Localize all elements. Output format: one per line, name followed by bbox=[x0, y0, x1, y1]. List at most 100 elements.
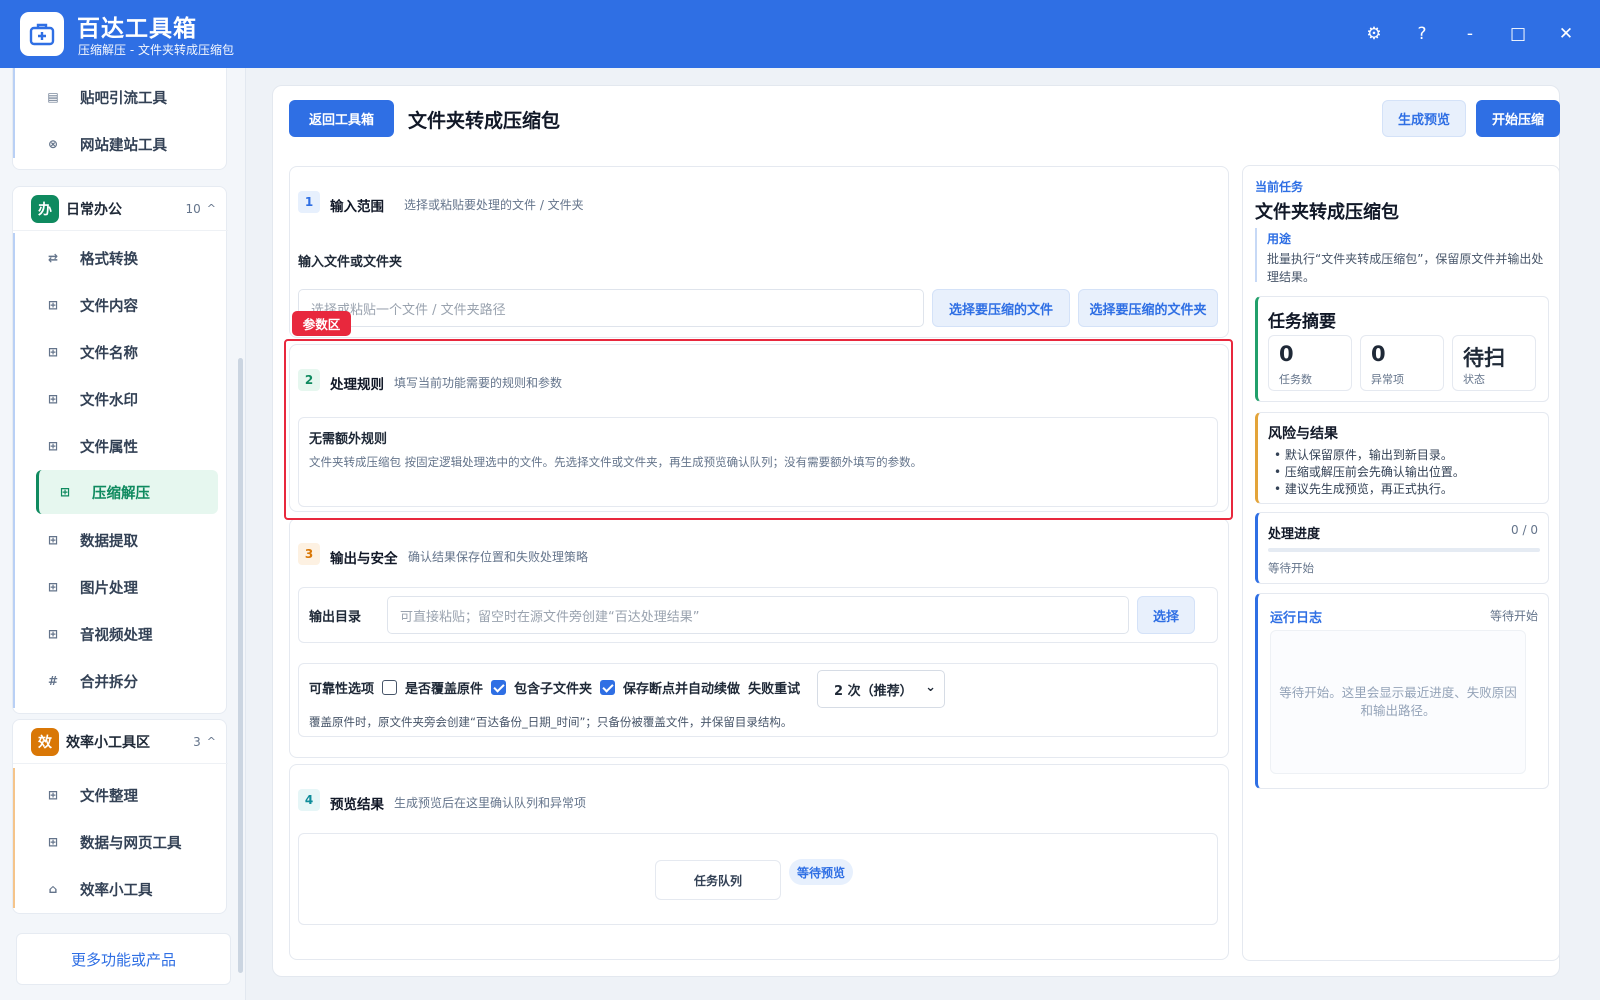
help-icon[interactable]: ? bbox=[1406, 18, 1438, 50]
group-name: 日常办公 bbox=[66, 201, 122, 218]
sidebar-item-file-attributes[interactable]: ⊞ 文件属性 bbox=[24, 426, 204, 466]
sidebar-item-efficiency-tools[interactable]: ⌂ 效率小工具 bbox=[24, 869, 204, 909]
sidebar-item-format-convert[interactable]: ⇄ 格式转换 bbox=[24, 238, 204, 278]
section-title: 处理规则 bbox=[330, 377, 384, 393]
sidebar-item-file-name[interactable]: ⊞ 文件名称 bbox=[24, 332, 204, 372]
section-number: 2 bbox=[298, 369, 320, 391]
grid-icon: ⊞ bbox=[47, 835, 59, 849]
globe-icon: ⊗ bbox=[47, 137, 59, 151]
current-task-label: 当前任务 bbox=[1255, 180, 1304, 194]
resume-checkbox[interactable] bbox=[600, 680, 616, 695]
back-to-toolbox-button[interactable]: 返回工具箱 bbox=[289, 100, 394, 137]
more-features-link[interactable]: 更多功能或产品 bbox=[16, 933, 231, 985]
chevron-down-icon: ⌄ bbox=[925, 680, 936, 695]
risk-item: • 压缩或解压前会先确认输出位置。 bbox=[1274, 465, 1465, 479]
close-icon[interactable]: ✕ bbox=[1550, 18, 1582, 50]
stat-status: 待扫 状态 bbox=[1452, 335, 1536, 391]
log-card: 运行日志 等待开始 等待开始。这里会显示最近进度、失败原因和输出路径。 bbox=[1255, 593, 1549, 789]
sidebar-item-label: 网站建站工具 bbox=[80, 137, 167, 154]
section-number: 3 bbox=[298, 543, 320, 565]
preview-status-badge: 等待预览 bbox=[789, 859, 853, 885]
section-desc: 生成预览后在这里确认队列和异常项 bbox=[394, 796, 587, 810]
sidebar-item-file-content[interactable]: ⊞ 文件内容 bbox=[24, 285, 204, 325]
app-title: 百达工具箱 bbox=[77, 16, 197, 42]
options-note: 覆盖原件时，原文件夹旁会创建“百达备份_日期_时间”；只备份被覆盖文件，并保留目… bbox=[309, 715, 793, 729]
risk-item: • 默认保留原件，输出到新目录。 bbox=[1274, 448, 1453, 462]
sidebar-item-merge-split[interactable]: # 合并拆分 bbox=[24, 661, 204, 701]
section-rules: 2 处理规则 填写当前功能需要的规则和参数 无需额外规则 文件夹转成压缩包 按固… bbox=[289, 344, 1229, 512]
log-status: 等待开始 bbox=[1489, 609, 1538, 623]
grid-icon: ⊞ bbox=[47, 788, 59, 802]
section-number: 1 bbox=[298, 191, 320, 213]
section-title: 预览结果 bbox=[330, 797, 384, 813]
usage-label: 用途 bbox=[1267, 232, 1292, 246]
chevron-up-icon[interactable]: ^ bbox=[207, 202, 216, 215]
subfolders-checkbox[interactable] bbox=[491, 680, 507, 695]
grid-icon: ⊞ bbox=[47, 392, 59, 406]
hash-icon: # bbox=[47, 674, 59, 688]
sidebar-item-media[interactable]: ⊞ 音视频处理 bbox=[24, 614, 204, 654]
grid-icon: ⊞ bbox=[47, 345, 59, 359]
sidebar-item-tieba[interactable]: ▤ 贴吧引流工具 bbox=[24, 77, 204, 117]
sidebar: ▤ 贴吧引流工具 ⊗ 网站建站工具 办 日常办公 10 ^ ⇄ 格式转换 ⊞ 文件内… bbox=[0, 68, 246, 1000]
generate-preview-button[interactable]: 生成预览 bbox=[1382, 100, 1466, 137]
section-preview: 4 预览结果 生成预览后在这里确认队列和异常项 任务队列 等待预览 bbox=[289, 764, 1229, 960]
page-title: 文件夹转成压缩包 bbox=[408, 110, 561, 132]
sidebar-item-file-watermark[interactable]: ⊞ 文件水印 bbox=[24, 379, 204, 419]
group-name: 效率小工具区 bbox=[66, 734, 150, 751]
sidebar-item-label: 贴吧引流工具 bbox=[80, 90, 167, 107]
app-logo-icon bbox=[20, 12, 64, 56]
stat-tasks: 0 任务数 bbox=[1268, 335, 1352, 391]
settings-gear-icon[interactable]: ⚙ bbox=[1358, 18, 1390, 50]
log-title: 运行日志 bbox=[1270, 611, 1323, 626]
sidebar-item-data-web[interactable]: ⊞ 数据与网页工具 bbox=[24, 822, 204, 862]
section-input: 1 输入范围 选择或粘贴要处理的文件 / 文件夹 输入文件或文件夹 选择或粘贴一… bbox=[289, 166, 1229, 338]
reliability-options: 可靠性选项 是否覆盖原件 包含子文件夹 保存断点并自动续做 失败重试 2 次（推… bbox=[298, 663, 1218, 737]
output-row: 输出目录 可直接粘贴；留空时在源文件旁创建“百达处理结果” 选择 bbox=[298, 587, 1218, 643]
home-icon: ⌂ bbox=[48, 882, 58, 896]
subfolders-label: 包含子文件夹 bbox=[514, 682, 593, 697]
task-queue-tab[interactable]: 任务队列 bbox=[655, 860, 781, 900]
sidebar-item-image[interactable]: ⊞ 图片处理 bbox=[24, 567, 204, 607]
grid-icon: ⊞ bbox=[47, 580, 59, 594]
grid-icon: ⊞ bbox=[59, 485, 71, 499]
sidebar-scrollbar[interactable] bbox=[238, 358, 243, 973]
sidebar-item-compress[interactable]: ⊞ 压缩解压 bbox=[36, 470, 218, 514]
risk-card: 风险与结果 • 默认保留原件，输出到新目录。 • 压缩或解压前会先确认输出位置。… bbox=[1255, 412, 1549, 504]
overwrite-checkbox[interactable] bbox=[382, 680, 398, 695]
chevron-up-icon[interactable]: ^ bbox=[207, 735, 216, 748]
output-label: 输出目录 bbox=[309, 610, 362, 625]
progress-status: 等待开始 bbox=[1268, 561, 1314, 575]
resume-label: 保存断点并自动续做 bbox=[623, 682, 741, 697]
overwrite-label: 是否覆盖原件 bbox=[405, 682, 484, 697]
rule-card: 无需额外规则 文件夹转成压缩包 按固定逻辑处理选中的文件。先选择文件或文件夹，再… bbox=[298, 417, 1218, 507]
section-number: 4 bbox=[298, 789, 320, 811]
choose-output-button[interactable]: 选择 bbox=[1137, 596, 1195, 634]
section-desc: 选择或粘贴要处理的文件 / 文件夹 bbox=[404, 198, 584, 212]
input-path-field[interactable]: 选择或粘贴一个文件 / 文件夹路径 bbox=[298, 289, 924, 327]
summary-card: 任务摘要 0 任务数 0 异常项 待扫 状态 bbox=[1255, 296, 1549, 402]
summary-title: 任务摘要 bbox=[1268, 312, 1336, 332]
output-dir-input[interactable]: 可直接粘贴；留空时在源文件旁创建“百达处理结果” bbox=[387, 596, 1129, 634]
group-header[interactable]: 效 效率小工具区 3 ^ bbox=[13, 720, 228, 764]
group-header[interactable]: 办 日常办公 10 ^ bbox=[13, 187, 228, 231]
sidebar-item-data-extract[interactable]: ⊞ 数据提取 bbox=[24, 520, 204, 560]
task-title: 文件夹转成压缩包 bbox=[1255, 202, 1399, 223]
minimize-icon[interactable]: - bbox=[1454, 18, 1486, 50]
swap-icon: ⇄ bbox=[47, 251, 59, 265]
pick-folder-button[interactable]: 选择要压缩的文件夹 bbox=[1078, 289, 1218, 327]
retry-select[interactable]: 2 次（推荐） ⌄ bbox=[817, 670, 945, 708]
section-desc: 填写当前功能需要的规则和参数 bbox=[394, 376, 563, 390]
rule-title: 无需额外规则 bbox=[309, 432, 388, 447]
maximize-icon[interactable]: □ bbox=[1502, 18, 1534, 50]
task-side-panel: 当前任务 文件夹转成压缩包 用途 批量执行“文件夹转成压缩包”，保留原文件并输出… bbox=[1242, 165, 1560, 961]
log-output: 等待开始。这里会显示最近进度、失败原因和输出路径。 bbox=[1270, 630, 1526, 774]
progress-count: 0 / 0 bbox=[1511, 523, 1538, 537]
sidebar-item-file-organize[interactable]: ⊞ 文件整理 bbox=[24, 775, 204, 815]
sidebar-item-website[interactable]: ⊗ 网站建站工具 bbox=[24, 124, 204, 164]
progress-bar bbox=[1268, 548, 1540, 552]
pick-file-button[interactable]: 选择要压缩的文件 bbox=[932, 289, 1070, 327]
group-count: 3 bbox=[193, 734, 201, 749]
start-compress-button[interactable]: 开始压缩 bbox=[1476, 100, 1560, 137]
usage-text: 批量执行“文件夹转成压缩包”，保留原文件并输出处理结果。 bbox=[1267, 252, 1544, 284]
